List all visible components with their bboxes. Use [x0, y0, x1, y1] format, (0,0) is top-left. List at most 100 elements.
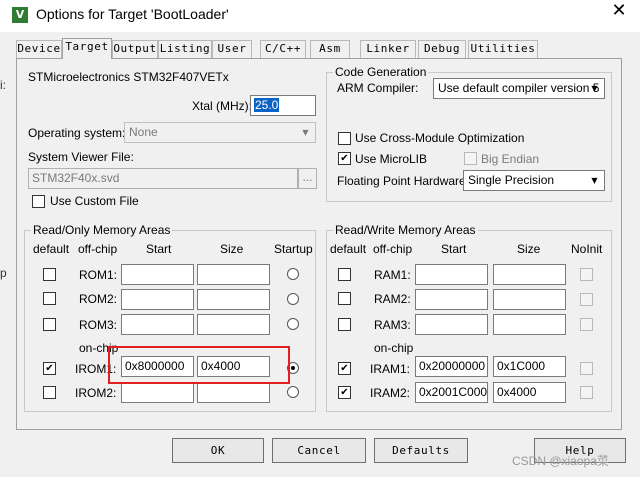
ram1-default-checkbox[interactable] [338, 268, 351, 281]
iram2-default-checkbox[interactable]: ✔ [338, 386, 351, 399]
ram1-noinit-checkbox[interactable] [580, 268, 593, 281]
iram1-start-input[interactable]: 0x20000000 [415, 356, 488, 377]
ram2-label: RAM2: [374, 292, 411, 306]
rw-header-default: default [330, 242, 367, 256]
tab-debug[interactable]: Debug [418, 40, 466, 58]
app-icon: V [12, 7, 28, 23]
defaults-button[interactable]: Defaults [374, 438, 468, 463]
ro-header-offchip: off-chip [78, 242, 118, 256]
tab-utilities[interactable]: Utilities [468, 40, 538, 58]
os-value: None [129, 125, 158, 139]
rom2-start-input[interactable] [121, 289, 194, 310]
arm-compiler-select[interactable]: Use default compiler version 5 ▼ [433, 78, 605, 99]
title-bar: V Options for Target 'BootLoader' ✕ [0, 0, 640, 32]
big-endian-checkbox[interactable] [464, 152, 477, 165]
iram1-size-value: 0x1C000 [497, 359, 546, 373]
tab-c-cpp[interactable]: C/C++ [260, 40, 306, 58]
tab-device[interactable]: Device [16, 40, 62, 58]
rom3-start-input[interactable] [121, 314, 194, 335]
microlib-checkbox[interactable]: ✔ [338, 152, 351, 165]
svd-label: System Viewer File: [28, 150, 134, 164]
rom3-default-checkbox[interactable] [43, 318, 56, 331]
iram2-label: IRAM2: [370, 386, 411, 400]
iram1-size-input[interactable]: 0x1C000 [493, 356, 566, 377]
rom3-size-input[interactable] [197, 314, 270, 335]
svd-input[interactable]: STM32F40x.svd [28, 168, 298, 189]
chevron-down-icon: ▼ [591, 84, 598, 93]
background-text-fragment: p [0, 266, 7, 280]
iram2-start-value: 0x2001C000 [419, 385, 488, 399]
irom2-startup-radio[interactable] [287, 386, 299, 398]
check-icon: ✔ [340, 153, 349, 164]
ram3-size-input[interactable] [493, 314, 566, 335]
rom2-size-input[interactable] [197, 289, 270, 310]
ram3-default-checkbox[interactable] [338, 318, 351, 331]
use-custom-file-label: Use Custom File [50, 194, 139, 208]
tab-user[interactable]: User [212, 40, 252, 58]
iram2-size-input[interactable]: 0x4000 [493, 382, 566, 403]
rom2-label: ROM2: [79, 292, 118, 306]
fp-hardware-value: Single Precision [468, 173, 555, 187]
irom1-default-checkbox[interactable]: ✔ [43, 362, 56, 375]
fp-hardware-label: Floating Point Hardware: [337, 174, 470, 188]
tab-linker[interactable]: Linker [360, 40, 416, 58]
check-icon: ✔ [340, 363, 349, 374]
ram3-start-input[interactable] [415, 314, 488, 335]
arm-compiler-value: Use default compiler version 5 [438, 81, 600, 95]
ro-header-default: default [33, 242, 70, 256]
fp-hardware-select[interactable]: Single Precision ▼ [463, 170, 605, 191]
tab-asm[interactable]: Asm [310, 40, 350, 58]
close-icon[interactable]: ✕ [598, 0, 640, 32]
readwrite-memory-title: Read/Write Memory Areas [333, 223, 478, 237]
ram2-noinit-checkbox[interactable] [580, 293, 593, 306]
rom2-startup-radio[interactable] [287, 293, 299, 305]
ram2-start-input[interactable] [415, 289, 488, 310]
os-label: Operating system: [28, 126, 126, 140]
ram2-default-checkbox[interactable] [338, 292, 351, 305]
iram1-noinit-checkbox[interactable] [580, 362, 593, 375]
os-select[interactable]: None ▼ [124, 122, 316, 143]
xtal-input[interactable]: 25.0 [250, 95, 316, 116]
ram1-size-input[interactable] [493, 264, 566, 285]
irom2-default-checkbox[interactable] [43, 386, 56, 399]
iram1-start-value: 0x20000000 [419, 359, 486, 373]
tab-target[interactable]: Target [62, 38, 112, 59]
rom1-start-input[interactable] [121, 264, 194, 285]
cancel-button[interactable]: Cancel [272, 438, 366, 463]
rom3-label: ROM3: [79, 318, 118, 332]
code-generation-title: Code Generation [333, 65, 429, 79]
irom2-start-input[interactable] [121, 382, 194, 403]
tab-output[interactable]: Output [112, 40, 158, 58]
iram2-noinit-checkbox[interactable] [580, 386, 593, 399]
check-icon: ✔ [45, 363, 54, 374]
iram2-size-value: 0x4000 [497, 385, 537, 399]
microlib-label: Use MicroLIB [355, 152, 428, 166]
iram1-default-checkbox[interactable]: ✔ [338, 362, 351, 375]
readonly-memory-title: Read/Only Memory Areas [31, 223, 173, 237]
rom3-startup-radio[interactable] [287, 318, 299, 330]
rom2-default-checkbox[interactable] [43, 292, 56, 305]
cross-module-checkbox[interactable] [338, 132, 351, 145]
iram1-label: IRAM1: [370, 362, 411, 376]
rw-header-size: Size [517, 242, 541, 256]
rom1-startup-radio[interactable] [287, 268, 299, 280]
ram2-size-input[interactable] [493, 289, 566, 310]
ram3-noinit-checkbox[interactable] [580, 318, 593, 331]
rom1-label: ROM1: [79, 268, 118, 282]
ok-button[interactable]: OK [172, 438, 264, 463]
ro-header-start: Start [146, 242, 172, 256]
ro-header-size: Size [220, 242, 244, 256]
rw-header-offchip: off-chip [373, 242, 413, 256]
irom2-size-input[interactable] [197, 382, 270, 403]
ram1-start-input[interactable] [415, 264, 488, 285]
use-custom-file-checkbox[interactable] [32, 195, 45, 208]
tab-listing[interactable]: Listing [158, 40, 212, 58]
rom1-default-checkbox[interactable] [43, 268, 56, 281]
irom2-label: IROM2: [75, 386, 117, 400]
big-endian-label: Big Endian [481, 152, 540, 166]
rw-onchip-label: on-chip [374, 341, 414, 355]
iram2-start-input[interactable]: 0x2001C000 [415, 382, 488, 403]
svd-browse-button[interactable]: ... [298, 168, 317, 189]
chevron-down-icon: ▼ [591, 176, 598, 185]
rom1-size-input[interactable] [197, 264, 270, 285]
